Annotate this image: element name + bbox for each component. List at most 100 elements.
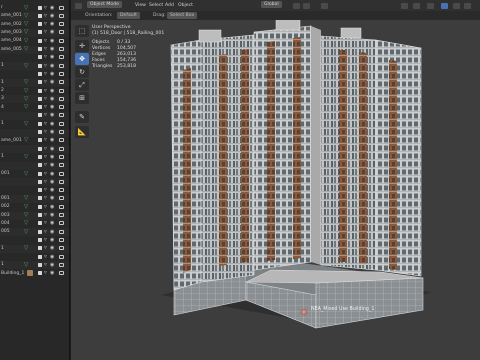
outliner-row[interactable]: 4 ▽ ▿ ◉ [0, 104, 69, 112]
eye-icon[interactable]: ◉ [50, 262, 54, 269]
selectable-filter-icon[interactable]: ▿ [44, 195, 47, 202]
editor-type-icon[interactable] [75, 2, 82, 9]
outliner-row[interactable]: 001 ▽ ▿ ◉ [0, 170, 69, 178]
eye-icon[interactable]: ◉ [50, 237, 54, 244]
orientation-dropdown[interactable]: Default [117, 12, 140, 19]
camera-icon[interactable] [59, 88, 64, 93]
outliner-row[interactable]: ▿ ◉ [0, 70, 69, 78]
outliner-row[interactable]: ▿ ◉ [0, 178, 69, 187]
mesh-modifier-icon[interactable]: ▽ [24, 38, 28, 45]
selectable-filter-icon[interactable]: ▿ [44, 212, 47, 219]
selectable-filter-icon[interactable]: ▿ [44, 254, 47, 261]
exclude-checkbox[interactable] [38, 163, 42, 168]
selectable-filter-icon[interactable]: ▿ [44, 187, 47, 194]
camera-icon[interactable] [59, 80, 64, 85]
camera-icon[interactable] [59, 146, 64, 151]
camera-icon[interactable] [59, 22, 64, 27]
exclude-checkbox[interactable] [38, 229, 42, 234]
selectable-filter-icon[interactable]: ▿ [44, 79, 47, 86]
outliner-row[interactable]: 002 ▽ ▿ ◉ [0, 203, 69, 211]
eye-icon[interactable]: ◉ [50, 13, 54, 20]
eye-icon[interactable]: ◉ [50, 38, 54, 45]
eye-icon[interactable]: ◉ [50, 220, 54, 227]
camera-icon[interactable] [59, 254, 64, 259]
camera-icon[interactable] [59, 55, 64, 60]
mesh-modifier-icon[interactable]: ▽ [24, 171, 28, 178]
outliner-row[interactable]: ame_001 ▽ ▿ ◉ [0, 12, 69, 21]
camera-icon[interactable] [59, 204, 64, 209]
eye-icon[interactable]: ◉ [50, 104, 54, 111]
menu-add[interactable]: Add [165, 0, 174, 11]
selectable-filter-icon[interactable]: ▿ [44, 270, 47, 277]
selectable-filter-icon[interactable]: ▿ [44, 5, 47, 12]
eye-icon[interactable]: ◉ [50, 179, 54, 186]
camera-icon[interactable] [59, 246, 64, 251]
mesh-modifier-icon[interactable]: ▽ [24, 195, 28, 202]
selectable-filter-icon[interactable]: ▿ [44, 104, 47, 111]
mesh-modifier-icon[interactable]: ▽ [24, 137, 28, 144]
exclude-checkbox[interactable] [38, 96, 42, 101]
camera-icon[interactable] [59, 213, 64, 217]
selectable-filter-icon[interactable]: ▿ [44, 46, 47, 53]
menu-select[interactable]: Select [149, 0, 163, 11]
mesh-modifier-icon[interactable]: ▽ [24, 220, 28, 227]
eye-icon[interactable]: ◉ [50, 71, 54, 78]
outliner-row[interactable]: Building_1 ▿ ◉ [0, 270, 69, 278]
camera-icon[interactable] [59, 121, 64, 126]
exclude-checkbox[interactable] [38, 38, 42, 43]
camera-icon[interactable] [59, 130, 64, 134]
mesh-modifier-icon[interactable]: ▽ [24, 79, 28, 86]
outliner-row[interactable]: ▿ ◉ [0, 111, 69, 120]
drag-dropdown[interactable]: Select Box [167, 12, 198, 19]
eye-icon[interactable]: ◉ [50, 154, 54, 161]
measure-icon[interactable]: 📐 [75, 126, 89, 138]
mesh-modifier-icon[interactable]: ▽ [24, 154, 28, 161]
eye-icon[interactable]: ◉ [50, 121, 54, 128]
move-icon[interactable]: ✥ [75, 53, 89, 65]
selectable-filter-icon[interactable]: ▿ [44, 38, 47, 45]
camera-icon[interactable] [59, 63, 64, 68]
mesh-modifier-icon[interactable]: ▽ [24, 96, 28, 103]
camera-icon[interactable] [59, 188, 64, 193]
camera-icon[interactable] [59, 237, 64, 242]
shading-material-icon[interactable] [464, 2, 471, 9]
exclude-checkbox[interactable] [38, 271, 42, 276]
outliner-row[interactable]: 1 ▽ ▿ ◉ [0, 261, 69, 270]
eye-icon[interactable]: ◉ [50, 63, 54, 70]
3d-viewport[interactable]: NEA_Mixed Use Building_1 Object Mode Vie… [71, 0, 480, 360]
eye-icon[interactable]: ◉ [50, 212, 54, 219]
exclude-checkbox[interactable] [38, 13, 42, 18]
scale-icon[interactable]: ⤢ [75, 79, 89, 91]
selectable-filter-icon[interactable]: ▿ [44, 13, 47, 20]
mesh-modifier-icon[interactable]: ▽ [24, 21, 28, 28]
shading-solid-icon[interactable] [453, 2, 460, 9]
camera-icon[interactable] [59, 138, 64, 143]
eye-icon[interactable]: ◉ [50, 88, 54, 95]
camera-icon[interactable] [59, 47, 64, 51]
outliner-row[interactable]: 1 ▽ ▿ ◉ [0, 120, 69, 128]
mesh-modifier-icon[interactable]: ▽ [24, 204, 28, 211]
camera-icon[interactable] [59, 30, 64, 35]
eye-icon[interactable]: ◉ [50, 137, 54, 144]
mesh-modifier-icon[interactable]: ▽ [24, 13, 28, 20]
camera-icon[interactable] [59, 229, 64, 234]
selectable-filter-icon[interactable]: ▿ [44, 237, 47, 244]
mesh-modifier-icon[interactable]: ▽ [24, 245, 28, 252]
selectable-filter-icon[interactable]: ▿ [44, 154, 47, 161]
outliner-row[interactable]: ame_004 ▽ ▿ ◉ [0, 37, 69, 45]
camera-icon[interactable] [59, 105, 64, 110]
outliner-row[interactable]: 005 ▽ ▿ ◉ [0, 228, 69, 237]
selectable-filter-icon[interactable]: ▿ [44, 171, 47, 178]
exclude-checkbox[interactable] [38, 63, 42, 68]
selectable-filter-icon[interactable]: ▿ [44, 88, 47, 95]
outliner-row[interactable]: ▿ ◉ [0, 128, 69, 137]
selectable-filter-icon[interactable]: ▿ [44, 29, 47, 36]
eye-icon[interactable]: ◉ [50, 21, 54, 28]
eye-icon[interactable]: ◉ [50, 129, 54, 136]
exclude-checkbox[interactable] [38, 138, 42, 143]
outliner-row[interactable]: ame_002 ▽ ▿ ◉ [0, 21, 69, 29]
outliner-row[interactable]: 1 ▽ ▿ ◉ [0, 153, 69, 161]
mesh-modifier-icon[interactable]: ▽ [24, 5, 28, 12]
eye-icon[interactable]: ◉ [50, 270, 54, 277]
cursor-icon[interactable]: ✛ [75, 40, 89, 52]
